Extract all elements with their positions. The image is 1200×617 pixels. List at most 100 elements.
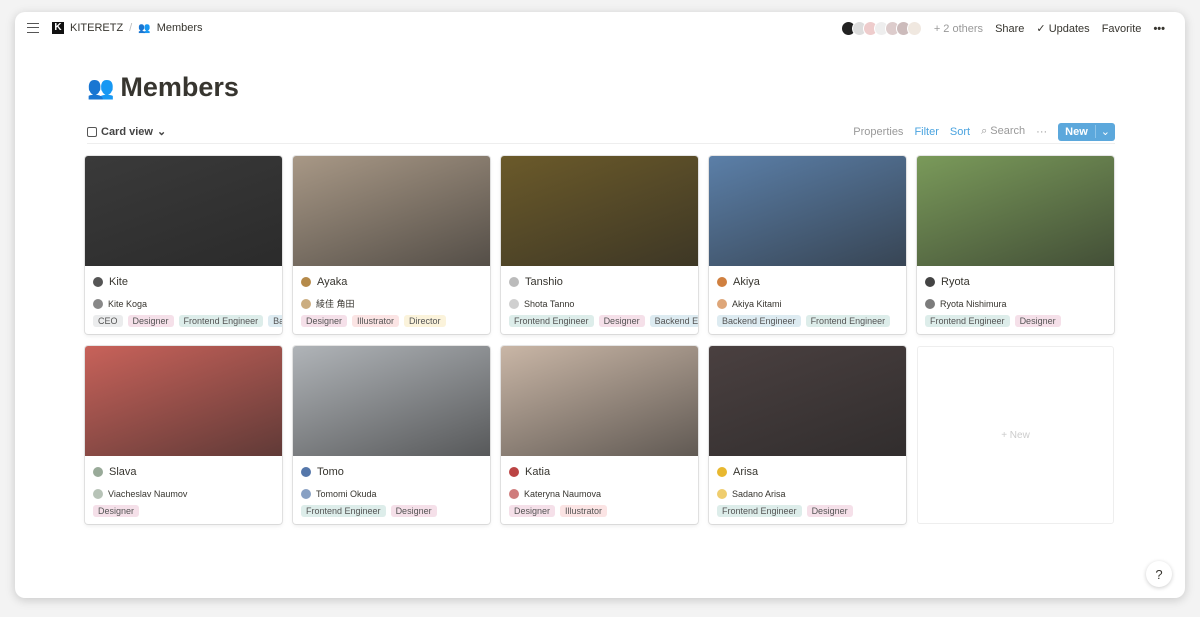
person-name: Ryota Nishimura (940, 298, 1007, 309)
check-icon: ✓ (1036, 23, 1049, 35)
role-tag: Designer (598, 315, 645, 327)
member-card[interactable]: Tomo Tomomi Okuda Frontend Engineer Desig… (293, 346, 490, 524)
gallery-icon (87, 126, 97, 137)
avatar (906, 21, 922, 36)
member-card[interactable]: Ayaka 綾佳 角田 Designer Illustrator Director (293, 156, 490, 334)
person-avatar-icon (509, 488, 519, 499)
role-tag: Frontend Engineer (925, 315, 1010, 327)
card-title: Ryota (941, 276, 970, 288)
person-avatar-icon (925, 298, 935, 309)
more-button[interactable]: ••• (1153, 23, 1165, 35)
role-tag: Designer (127, 315, 174, 327)
tag-list: Designer (85, 500, 282, 517)
member-photo (709, 156, 906, 266)
person-avatar-icon (93, 298, 103, 309)
person-name: Kateryna Naumova (524, 488, 602, 499)
breadcrumb-separator: / (129, 22, 133, 34)
page-emoji-icon (717, 467, 727, 477)
more-options-button[interactable]: ··· (1036, 126, 1047, 138)
avatar-stack[interactable] (840, 21, 922, 36)
page-emoji-icon (509, 277, 519, 287)
member-card[interactable]: Tanshio Shota Tanno Frontend Engineer Des… (501, 156, 698, 334)
member-card[interactable]: Ryota Ryota Nishimura Frontend Engineer D… (917, 156, 1114, 334)
chevron-down-icon: ⌄ (156, 126, 167, 138)
card-title: Katia (525, 466, 551, 478)
member-photo (85, 346, 282, 456)
others-count[interactable]: + 2 others (934, 23, 983, 35)
search-icon: ⌕ (981, 125, 991, 137)
breadcrumb: K KITERETZ / 👥 Members (52, 22, 203, 34)
role-tag: Designer (1014, 315, 1061, 327)
new-label: New (1065, 125, 1088, 138)
role-tag: Illustrator (352, 315, 400, 327)
role-tag: Frontend Engineer (717, 505, 802, 517)
role-tag: Frontend Engineer (509, 315, 594, 327)
member-photo (293, 156, 490, 266)
database-toolbar: Card view ⌄ Properties Filter Sort ⌕ Sear… (87, 120, 1115, 144)
card-title: Ayaka (317, 276, 348, 288)
favorite-button[interactable]: Favorite (1102, 23, 1142, 35)
tag-list: CEO Designer Frontend Engineer Backend Engi… (85, 310, 282, 327)
help-button[interactable]: ? (1146, 561, 1172, 587)
sort-button[interactable]: Sort (950, 126, 970, 138)
member-card[interactable]: Arisa Sadano Arisa Frontend Engineer Desi… (709, 346, 906, 524)
view-label: Card view (101, 125, 153, 138)
member-photo (293, 346, 490, 456)
member-card[interactable]: Slava Viacheslav Naumov Designer (85, 346, 282, 524)
card-title: Kite (109, 276, 128, 288)
tag-list: Frontend Engineer Designer (917, 310, 1114, 327)
member-photo (709, 346, 906, 456)
tag-list: Designer Illustrator Director (293, 310, 490, 327)
filter-button[interactable]: Filter (914, 126, 938, 138)
member-card[interactable]: Akiya Akiya Kitami Backend Engineer Front… (709, 156, 906, 334)
page-title-text: Members (120, 72, 239, 102)
menu-icon[interactable] (27, 23, 39, 33)
member-photo (501, 156, 698, 266)
role-tag: Frontend Engineer (805, 315, 891, 327)
person-avatar-icon (717, 298, 727, 309)
card-title: Tomo (317, 466, 344, 478)
window: K KITERETZ / 👥 Members + 2 others Share … (15, 12, 1185, 598)
person-avatar-icon (717, 488, 727, 499)
card-title: Tanshio (525, 276, 563, 288)
card-title: Slava (109, 466, 137, 478)
person-name: 綾佳 角田 (316, 299, 355, 309)
role-tag: CEO (93, 315, 123, 327)
chevron-down-icon[interactable]: ⌄ (1094, 125, 1115, 138)
page-emoji-icon (925, 277, 935, 287)
tag-list: Frontend Engineer Designer (293, 500, 490, 517)
topbar-actions: + 2 others Share ✓ Updates Favorite ••• (840, 21, 1165, 36)
role-tag: Designer (301, 315, 348, 327)
tag-list: Frontend Engineer Designer (709, 500, 906, 517)
person-name: Tomomi Okuda (316, 488, 377, 499)
role-tag: Frontend Engineer (301, 505, 386, 517)
new-card-button[interactable]: + New (917, 346, 1114, 524)
tag-list: Backend Engineer Frontend Engineer (709, 310, 906, 327)
share-button[interactable]: Share (995, 23, 1024, 35)
breadcrumb-workspace[interactable]: KITERETZ (70, 22, 123, 34)
person-avatar-icon (509, 298, 519, 309)
person-avatar-icon (93, 488, 103, 499)
page-emoji-icon (93, 467, 103, 477)
role-tag: Frontend Engineer (178, 315, 264, 327)
page-emoji-icon (93, 277, 103, 287)
view-selector[interactable]: Card view ⌄ (87, 125, 166, 138)
person-name: Sadano Arisa (732, 488, 786, 499)
search-button[interactable]: ⌕ Search (981, 125, 1025, 138)
person-name: Viacheslav Naumov (108, 488, 188, 499)
person-avatar-icon (301, 488, 311, 499)
member-card[interactable]: Katia Kateryna Naumova Designer Illustrat… (501, 346, 698, 524)
properties-button[interactable]: Properties (853, 126, 903, 138)
updates-button[interactable]: ✓ Updates (1036, 22, 1089, 35)
tag-list: Designer Illustrator (501, 500, 698, 517)
person-avatar-icon (301, 298, 311, 309)
new-button[interactable]: New ⌄ (1058, 122, 1115, 141)
role-tag: Director (404, 315, 446, 327)
role-tag: Illustrator (560, 505, 608, 517)
member-card[interactable]: Kite Kite Koga CEO Designer Frontend Engin… (85, 156, 282, 334)
card-title: Arisa (733, 466, 759, 478)
role-tag: Backend Engineer (268, 315, 282, 327)
tag-list: Frontend Engineer Designer Backend Enginee… (501, 310, 698, 327)
page-title: 👥 Members (87, 72, 239, 103)
breadcrumb-page[interactable]: Members (157, 22, 203, 34)
